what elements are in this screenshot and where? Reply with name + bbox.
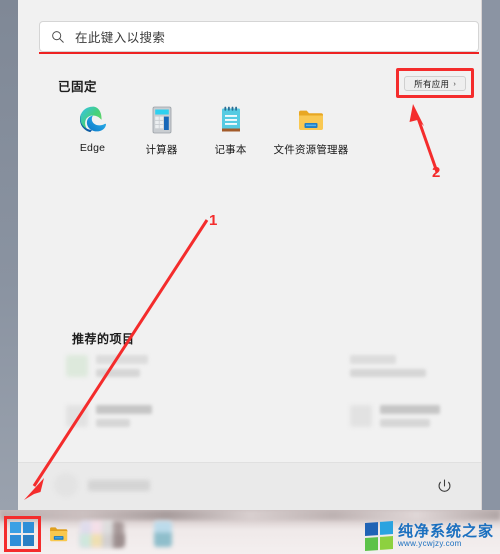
watermark-url: www.ycwjzy.com [397, 539, 462, 549]
folder-icon [299, 110, 323, 130]
wm-tile [364, 537, 378, 551]
recommended-item[interactable] [66, 405, 182, 427]
recommended-item-text [350, 355, 426, 377]
wm-tile [379, 521, 393, 535]
recommended-item-subtitle-redacted [96, 369, 140, 377]
pinned-app-edge[interactable]: Edge [58, 104, 127, 157]
recommended-item-text [380, 405, 440, 427]
pinned-app-file-explorer[interactable]: 文件资源管理器 [265, 104, 357, 157]
windows-logo-tile [10, 535, 21, 546]
recommended-items-grid [66, 355, 466, 455]
windows-logo-tile [10, 522, 21, 533]
windows-logo-tile [23, 535, 34, 546]
pinned-app-label: Edge [79, 142, 106, 154]
taskbar-file-explorer-icon[interactable] [48, 523, 70, 545]
wm-tile [364, 522, 378, 536]
recommended-item-thumb [66, 405, 88, 427]
search-red-underline-annotation [39, 52, 479, 54]
taskbar-pinned-app-icon[interactable] [154, 521, 172, 547]
recommended-item-title-redacted [96, 355, 148, 364]
taskbar-photos-icon-lower [80, 534, 124, 547]
all-apps-button[interactable]: 所有应用 › [404, 76, 466, 91]
recommended-item-title-redacted [380, 405, 440, 414]
search-area: 在此键入以搜索 [39, 21, 479, 54]
pinned-app-calculator[interactable]: 计算器 [127, 104, 196, 157]
power-icon [438, 479, 450, 492]
pinned-app-label: 计算器 [145, 144, 178, 156]
watermark: 纯净系统之家 www.ycwjzy.com [364, 521, 494, 551]
pinned-app-label: 记事本 [214, 144, 247, 156]
taskbar: 纯净系统之家 www.ycwjzy.com [0, 510, 500, 554]
windows-logo-tile [23, 522, 34, 533]
search-input[interactable]: 在此键入以搜索 [39, 21, 479, 52]
annotation-number-2: 2 [432, 164, 441, 181]
recommended-item-subtitle-redacted [380, 419, 430, 427]
pinned-section-title: 已固定 [58, 80, 98, 94]
recommended-item-thumb [350, 405, 372, 427]
recommended-section-title: 推荐的项目 [72, 332, 135, 346]
recommended-item[interactable] [350, 405, 466, 427]
avatar [54, 473, 78, 497]
wm-tile [379, 536, 393, 550]
power-button[interactable] [434, 476, 454, 496]
annotation-number-1: 1 [209, 212, 218, 229]
windows-tiles-icon [364, 521, 393, 551]
search-placeholder-text: 在此键入以搜索 [75, 31, 166, 45]
pinned-app-label: 文件资源管理器 [273, 144, 349, 156]
watermark-text: 纯净系统之家 www.ycwjzy.com [397, 521, 494, 549]
start-button[interactable] [10, 522, 34, 546]
all-apps-label: 所有应用 [414, 78, 450, 89]
calculator-icon [152, 106, 171, 134]
start-menu-footer [18, 462, 481, 510]
search-icon [52, 30, 64, 43]
user-account-button[interactable] [54, 473, 150, 497]
recommended-item-title-redacted [350, 355, 396, 364]
start-menu-panel: 在此键入以搜索 已固定 所有应用 › Edge 计算器 记事本 文件资源管理器 … [18, 0, 482, 510]
edge-icon [79, 106, 106, 133]
recommended-item-subtitle-redacted [350, 369, 426, 377]
recommended-item-text [96, 405, 152, 427]
watermark-title: 纯净系统之家 [397, 521, 494, 540]
notepad-icon [221, 106, 240, 132]
recommended-item-title-redacted [96, 405, 152, 414]
recommended-item-thumb [66, 355, 88, 377]
recommended-item[interactable] [350, 355, 466, 377]
taskbar-wallpaper-blur [0, 510, 500, 520]
recommended-item-subtitle-redacted [96, 419, 130, 427]
desktop-background-strip [0, 0, 18, 510]
chevron-right-icon: › [453, 78, 456, 88]
recommended-item[interactable] [66, 355, 182, 377]
pinned-apps-grid: Edge 计算器 记事本 文件资源管理器 [58, 104, 357, 157]
recommended-item-text [96, 355, 148, 377]
pinned-app-notepad[interactable]: 记事本 [196, 104, 265, 157]
user-name-redacted [88, 479, 150, 491]
